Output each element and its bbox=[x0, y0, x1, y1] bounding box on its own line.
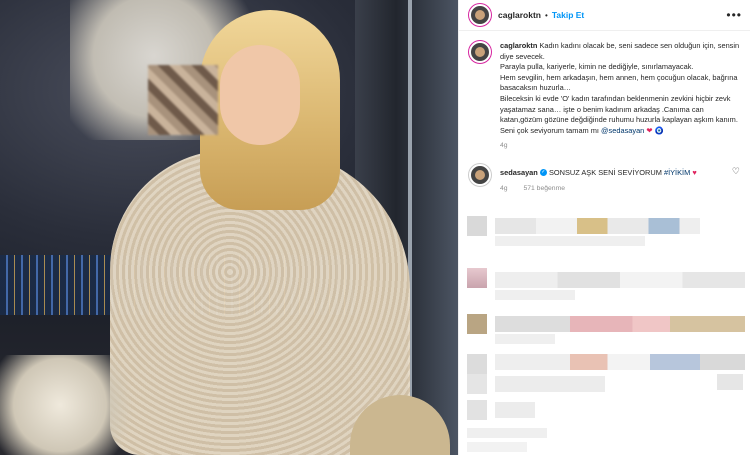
photo-face bbox=[220, 45, 300, 145]
redacted-avatar bbox=[467, 216, 487, 236]
reply-hashtag[interactable]: #İYİKİM bbox=[664, 168, 690, 177]
redacted-line bbox=[495, 376, 605, 392]
reply-comment: sedasayan ✓ SONSUZ AŞK SENİ SEVİYORUM #İ… bbox=[469, 163, 740, 194]
caption-body: caglaroktn Kadın kadını olacak be, seni … bbox=[500, 41, 740, 152]
reply-body: sedasayan ✓ SONSUZ AŞK SENİ SEVİYORUM #İ… bbox=[500, 164, 697, 194]
redacted-line bbox=[495, 334, 555, 344]
redacted-avatar bbox=[467, 374, 487, 394]
redacted-line bbox=[495, 354, 745, 370]
avatar[interactable] bbox=[469, 41, 491, 63]
comment-list: caglaroktn Kadın kadını olacak be, seni … bbox=[459, 31, 750, 194]
heart-emoji-icon: ❤ bbox=[646, 125, 653, 135]
redacted-line bbox=[495, 218, 700, 234]
redacted-line bbox=[495, 402, 535, 418]
heart-outline-icon[interactable]: ♡ bbox=[732, 164, 740, 177]
caption-username[interactable]: caglaroktn bbox=[500, 41, 537, 50]
redacted-line bbox=[495, 290, 575, 300]
caption-mention[interactable]: @sedasayan bbox=[601, 126, 644, 135]
redacted-line bbox=[495, 236, 645, 246]
reply-meta: 4g 571 beğenme bbox=[500, 184, 697, 195]
more-options-icon[interactable]: ••• bbox=[726, 8, 742, 22]
header-username[interactable]: caglaroktn bbox=[498, 10, 541, 20]
verified-badge-icon: ✓ bbox=[539, 169, 547, 177]
redacted-line bbox=[467, 428, 547, 438]
redacted-avatar bbox=[467, 314, 487, 334]
redacted-avatar bbox=[467, 268, 487, 288]
reply-likes[interactable]: 571 beğenme bbox=[523, 185, 565, 192]
post-modal: caglaroktn • Takip Et ••• caglaroktn Kad… bbox=[0, 0, 750, 455]
photo-blurred-face bbox=[148, 65, 218, 135]
redacted-avatar bbox=[467, 354, 487, 374]
post-header: caglaroktn • Takip Et ••• bbox=[459, 0, 750, 31]
caption-line-3: Hem sevgilin, hem arkadaşın, hem annen, … bbox=[500, 72, 738, 93]
photo-flowers-bottom bbox=[0, 355, 150, 455]
reply-username[interactable]: sedasayan bbox=[500, 168, 538, 177]
redacted-line bbox=[495, 272, 745, 288]
post-photo[interactable] bbox=[0, 0, 458, 455]
evil-eye-emoji-icon: 🧿 bbox=[654, 125, 664, 135]
header-separator: • bbox=[545, 10, 548, 20]
heart-emoji-icon: ♥ bbox=[692, 167, 697, 177]
redacted-line bbox=[467, 442, 527, 452]
caption-time[interactable]: 4g bbox=[500, 142, 508, 149]
avatar[interactable] bbox=[469, 4, 491, 26]
reply-time[interactable]: 4g bbox=[500, 185, 508, 192]
comments-panel: caglaroktn • Takip Et ••• caglaroktn Kad… bbox=[458, 0, 750, 455]
caption-meta: 4g bbox=[500, 141, 740, 152]
follow-button[interactable]: Takip Et bbox=[552, 10, 584, 20]
redacted-avatar bbox=[467, 400, 487, 420]
reply-text: SONSUZ AŞK SENİ SEVİYORUM bbox=[548, 167, 662, 177]
caption-comment: caglaroktn Kadın kadını olacak be, seni … bbox=[469, 41, 740, 152]
redacted-line bbox=[717, 374, 743, 390]
caption-line-2: Parayla pulla, kariyerle, kimin ne dediğ… bbox=[500, 62, 694, 72]
avatar[interactable] bbox=[469, 163, 491, 186]
redacted-line bbox=[495, 316, 745, 332]
